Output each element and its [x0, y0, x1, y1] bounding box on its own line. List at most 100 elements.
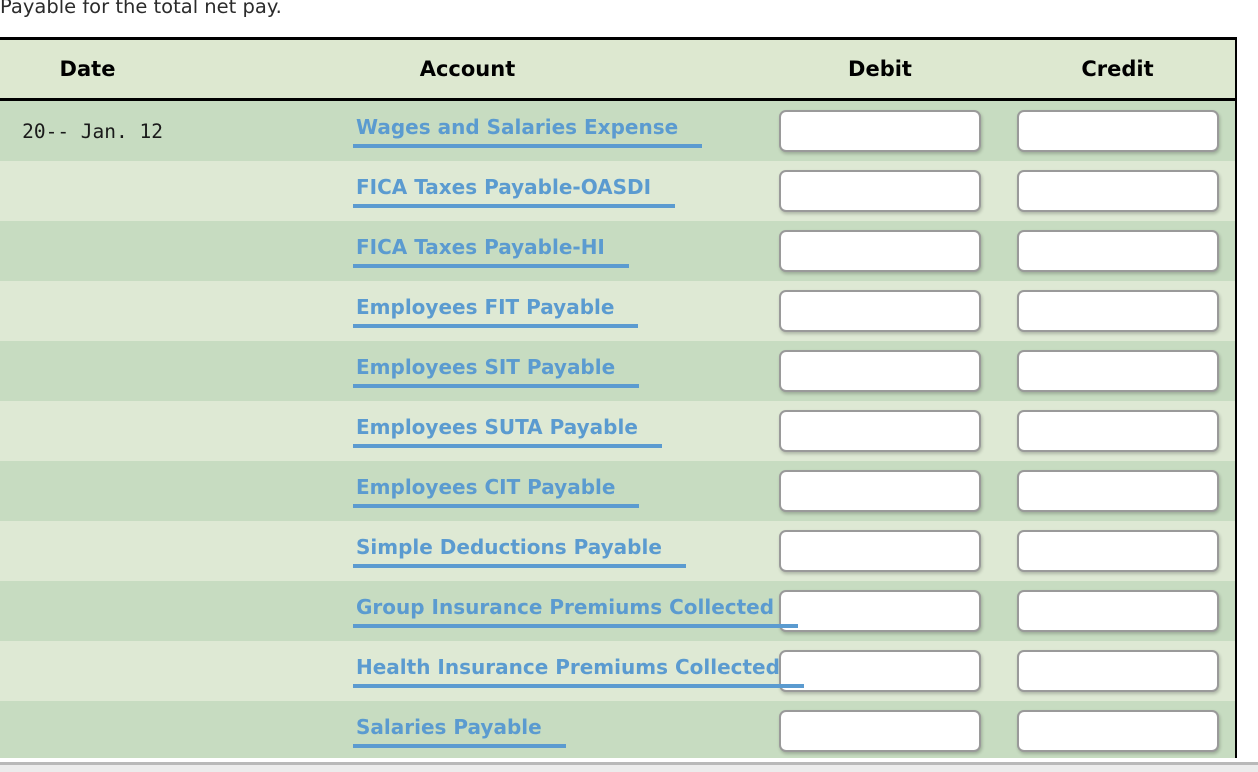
credit-input[interactable]: [1016, 530, 1219, 572]
debit-input[interactable]: [779, 590, 981, 632]
cell-account: Employees CIT Payable: [175, 461, 760, 521]
account-link[interactable]: FICA Taxes Payable-OASDI: [352, 175, 676, 208]
table-body: 20-- Jan. 12 Wages and Salaries Expense FI…: [0, 99, 1235, 758]
table-row: Employees CIT Payable: [0, 461, 1235, 521]
account-link[interactable]: Employees SUTA Payable: [353, 415, 662, 448]
table-row: Employees FIT Payable: [0, 281, 1235, 341]
table-row: Health Insurance Premiums Collected: [0, 641, 1235, 701]
debit-input[interactable]: [779, 710, 981, 752]
credit-input[interactable]: [1016, 590, 1219, 632]
column-header-credit: Credit: [1000, 40, 1235, 101]
table-row: Simple Deductions Payable: [0, 521, 1235, 581]
cell-credit: [1000, 161, 1235, 221]
credit-input[interactable]: [1016, 650, 1219, 692]
credit-input[interactable]: [1016, 350, 1219, 392]
cell-debit: [760, 521, 1000, 581]
column-header-date: Date: [0, 40, 175, 101]
cell-date: [0, 521, 175, 581]
cell-credit: [1000, 641, 1235, 701]
cell-account: Employees SUTA Payable: [175, 401, 760, 461]
debit-input[interactable]: [779, 650, 981, 692]
credit-input[interactable]: [1016, 230, 1219, 272]
cell-debit: [760, 161, 1000, 221]
cell-debit: [760, 281, 1000, 341]
cell-debit: [760, 641, 1000, 701]
cell-date: [0, 461, 175, 521]
cell-credit: [1000, 341, 1235, 401]
cell-account: Health Insurance Premiums Collected: [175, 641, 804, 701]
table-row: FICA Taxes Payable-OASDI: [0, 161, 1235, 221]
cell-account: Group Insurance Premiums Collected: [175, 581, 799, 641]
cell-date: [0, 221, 175, 281]
cell-credit: [1000, 461, 1235, 521]
cell-account: Simple Deductions Payable: [175, 521, 760, 581]
cell-debit: [760, 341, 1000, 401]
cell-account: Salaries Payable: [175, 701, 760, 758]
table-row: Salaries Payable: [0, 701, 1235, 758]
account-link[interactable]: Salaries Payable: [353, 715, 566, 748]
header-row: Date Account Debit Credit: [0, 40, 1235, 101]
cell-account: FICA Taxes Payable-HI: [175, 221, 760, 281]
cell-account: Employees FIT Payable: [175, 281, 760, 341]
cell-date: [0, 161, 175, 221]
footer-area: [0, 765, 1258, 772]
debit-input[interactable]: [779, 350, 981, 392]
cell-date: [0, 581, 175, 641]
debit-input[interactable]: [779, 230, 981, 272]
debit-input[interactable]: [779, 530, 981, 572]
cell-account: FICA Taxes Payable-OASDI: [175, 161, 760, 221]
debit-input[interactable]: [779, 410, 981, 452]
table-header: Date Account Debit Credit: [0, 40, 1235, 101]
cell-credit: [1000, 99, 1235, 161]
account-link[interactable]: Employees CIT Payable: [352, 475, 640, 508]
cell-debit: [760, 581, 1000, 641]
account-link[interactable]: Simple Deductions Payable: [353, 535, 686, 568]
cell-credit: [1000, 401, 1235, 461]
cell-debit: [760, 701, 1000, 758]
cell-credit: [1000, 521, 1235, 581]
journal-table-container: Date Account Debit Credit 20-- Jan. 12 Wa…: [0, 37, 1237, 758]
cell-debit: [760, 221, 1000, 281]
cell-debit: [760, 461, 1000, 521]
credit-input[interactable]: [1016, 470, 1219, 512]
account-link[interactable]: FICA Taxes Payable-HI: [353, 235, 629, 268]
cell-date: [0, 341, 175, 401]
journal-entry-table: Date Account Debit Credit 20-- Jan. 12 Wa…: [0, 40, 1235, 758]
credit-input[interactable]: [1016, 170, 1219, 212]
credit-input[interactable]: [1016, 110, 1219, 152]
cell-date: [0, 701, 175, 758]
table-row: FICA Taxes Payable-HI: [0, 221, 1235, 281]
debit-input[interactable]: [779, 110, 981, 152]
column-header-debit: Debit: [760, 40, 1000, 101]
cell-account: Wages and Salaries Expense: [175, 99, 760, 161]
debit-input[interactable]: [779, 470, 981, 512]
cell-date: [0, 401, 175, 461]
page-root: Payable for the total net pay. Date Acco…: [0, 0, 1258, 772]
cell-credit: [1000, 701, 1235, 758]
column-header-account: Account: [175, 40, 760, 101]
account-link[interactable]: Employees FIT Payable: [352, 295, 639, 328]
account-link[interactable]: Employees SIT Payable: [352, 355, 640, 388]
credit-input[interactable]: [1016, 290, 1219, 332]
credit-input[interactable]: [1016, 710, 1219, 752]
cell-account: Employees SIT Payable: [175, 341, 760, 401]
intro-text: Payable for the total net pay.: [0, 0, 282, 18]
cell-date: 20-- Jan. 12: [0, 99, 175, 161]
table-row: Group Insurance Premiums Collected: [0, 581, 1235, 641]
table-row: 20-- Jan. 12 Wages and Salaries Expense: [0, 99, 1235, 161]
account-link[interactable]: Health Insurance Premiums Collected: [353, 655, 804, 688]
table-row: Employees SUTA Payable: [0, 401, 1235, 461]
cell-credit: [1000, 581, 1235, 641]
table-row: Employees SIT Payable: [0, 341, 1235, 401]
cell-debit: [760, 99, 1000, 161]
credit-input[interactable]: [1016, 410, 1219, 452]
debit-input[interactable]: [779, 290, 981, 332]
cell-date: [0, 641, 175, 701]
debit-input[interactable]: [779, 170, 981, 212]
cell-date: [0, 281, 175, 341]
account-link[interactable]: Wages and Salaries Expense: [352, 115, 703, 148]
cell-credit: [1000, 221, 1235, 281]
account-link[interactable]: Group Insurance Premiums Collected: [352, 595, 799, 628]
cell-credit: [1000, 281, 1235, 341]
cell-debit: [760, 401, 1000, 461]
